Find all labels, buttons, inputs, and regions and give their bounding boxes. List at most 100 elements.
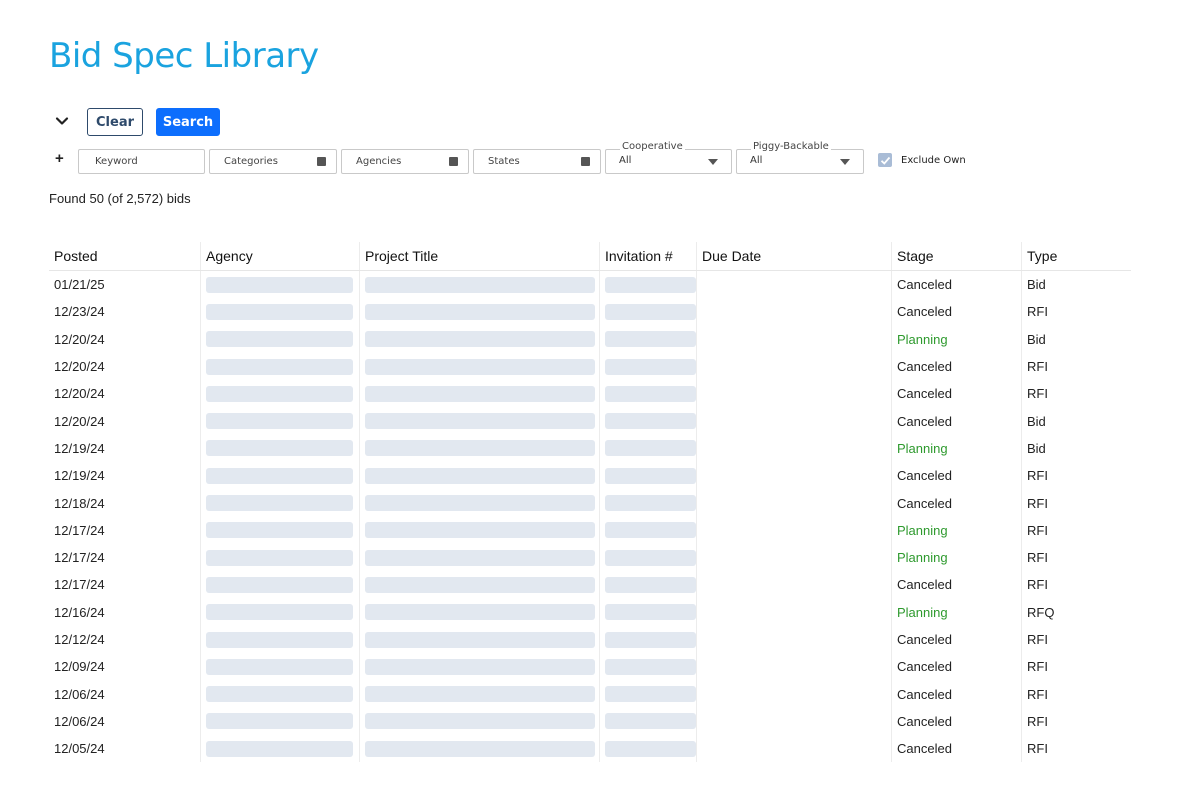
cell-invitation xyxy=(599,543,696,572)
column-header-due-date[interactable]: Due Date xyxy=(696,242,891,270)
cell-invitation xyxy=(599,680,696,708)
cell-stage-text: Canceled xyxy=(897,659,952,675)
redacted-placeholder xyxy=(605,467,696,484)
column-header-agency[interactable]: Agency xyxy=(200,242,359,270)
cell-invitation xyxy=(599,598,696,626)
redacted-placeholder xyxy=(365,467,595,484)
cell-agency xyxy=(200,298,359,326)
cell-posted-text: 12/20/24 xyxy=(54,413,105,429)
table-row[interactable]: 12/19/24 Planning Bid xyxy=(49,434,1131,463)
redacted-placeholder xyxy=(206,358,353,375)
redacted-placeholder xyxy=(365,576,595,593)
cell-agency xyxy=(200,352,359,381)
plus-icon[interactable]: + xyxy=(55,150,64,167)
cell-stage: Canceled xyxy=(891,735,1021,763)
exclude-own-checkbox[interactable] xyxy=(878,153,892,167)
cell-posted: 12/17/24 xyxy=(49,517,200,544)
cell-due-date xyxy=(696,516,891,544)
categories-select[interactable]: Categories xyxy=(209,149,337,174)
cell-stage: Canceled xyxy=(891,707,1021,736)
cell-posted-text: 12/17/24 xyxy=(54,522,105,538)
table-row[interactable]: 12/19/24 Canceled RFI xyxy=(49,462,1131,490)
cell-posted: 12/18/24 xyxy=(49,489,200,516)
cell-posted: 12/06/24 xyxy=(49,680,200,707)
cell-invitation xyxy=(599,271,696,299)
cell-posted: 12/19/24 xyxy=(49,462,200,489)
redacted-placeholder xyxy=(365,549,595,566)
cell-posted-text: 12/18/24 xyxy=(54,495,105,511)
cell-stage: Planning xyxy=(891,543,1021,572)
chevron-down-icon[interactable] xyxy=(55,114,69,128)
cell-stage: Canceled xyxy=(891,407,1021,435)
states-select[interactable]: States xyxy=(473,149,601,174)
search-button[interactable]: Search xyxy=(156,108,220,136)
cell-invitation xyxy=(599,489,696,517)
table-row[interactable]: 01/21/25 Canceled Bid xyxy=(49,271,1131,299)
table-row[interactable]: 12/17/24 Canceled RFI xyxy=(49,571,1131,599)
table-row[interactable]: 12/20/24 Canceled RFI xyxy=(49,380,1131,408)
keyword-input[interactable]: Keyword xyxy=(78,149,205,174)
redacted-placeholder xyxy=(365,658,595,675)
table-row[interactable]: 12/12/24 Canceled RFI xyxy=(49,625,1131,654)
cell-stage: Canceled xyxy=(891,571,1021,599)
table-row[interactable]: 12/06/24 Canceled RFI xyxy=(49,680,1131,708)
cell-type: Bid xyxy=(1021,434,1131,463)
cell-project-title xyxy=(359,598,599,626)
cell-invitation xyxy=(599,735,696,763)
table-row[interactable]: 12/20/24 Canceled Bid xyxy=(49,407,1131,435)
cell-posted-text: 12/20/24 xyxy=(54,386,105,402)
cell-posted: 12/23/24 xyxy=(49,298,200,325)
cell-invitation xyxy=(599,352,696,381)
table-row[interactable]: 12/17/24 Planning RFI xyxy=(49,516,1131,544)
cell-posted: 01/21/25 xyxy=(49,271,200,298)
cell-project-title xyxy=(359,271,599,299)
cell-type: RFI xyxy=(1021,543,1131,572)
cell-agency xyxy=(200,543,359,572)
redacted-placeholder xyxy=(605,686,696,703)
agencies-select[interactable]: Agencies xyxy=(341,149,469,174)
table-row[interactable]: 12/20/24 Planning Bid xyxy=(49,325,1131,353)
table-row[interactable]: 12/18/24 Canceled RFI xyxy=(49,489,1131,517)
cell-project-title xyxy=(359,516,599,544)
table-row[interactable]: 12/09/24 Canceled RFI xyxy=(49,653,1131,681)
keyword-placeholder: Keyword xyxy=(95,156,138,167)
table-row[interactable]: 12/05/24 Canceled RFI xyxy=(49,735,1131,763)
cell-posted-text: 12/20/24 xyxy=(54,331,105,347)
cooperative-select[interactable]: Cooperative All xyxy=(605,141,732,174)
cell-due-date xyxy=(696,571,891,599)
cell-agency xyxy=(200,625,359,654)
table-row[interactable]: 12/20/24 Canceled RFI xyxy=(49,352,1131,381)
cell-agency xyxy=(200,434,359,463)
table-row[interactable]: 12/17/24 Planning RFI xyxy=(49,543,1131,572)
column-header-type[interactable]: Type xyxy=(1021,242,1131,270)
cell-project-title xyxy=(359,434,599,463)
redacted-placeholder xyxy=(206,713,353,730)
cell-project-title xyxy=(359,462,599,490)
column-header-posted[interactable]: Posted xyxy=(49,242,200,270)
cell-due-date xyxy=(696,598,891,626)
cell-project-title xyxy=(359,407,599,435)
cell-type-text: RFI xyxy=(1027,550,1048,566)
table-row[interactable]: 12/23/24 Canceled RFI xyxy=(49,298,1131,326)
column-header-invitation[interactable]: Invitation # xyxy=(599,242,696,270)
cell-due-date xyxy=(696,271,891,299)
cell-stage-text: Canceled xyxy=(897,632,952,647)
table-row[interactable]: 12/06/24 Canceled RFI xyxy=(49,707,1131,736)
agencies-label: Agencies xyxy=(356,156,402,167)
cell-invitation xyxy=(599,298,696,326)
cell-posted-text: 12/06/24 xyxy=(54,713,105,729)
redacted-placeholder xyxy=(206,576,353,593)
redacted-placeholder xyxy=(365,276,595,293)
cell-stage: Canceled xyxy=(891,298,1021,326)
cell-agency xyxy=(200,271,359,299)
column-header-project-title[interactable]: Project Title xyxy=(359,242,599,270)
table-row[interactable]: 12/16/24 Planning RFQ xyxy=(49,598,1131,626)
redacted-placeholder xyxy=(605,576,696,593)
column-header-stage[interactable]: Stage xyxy=(891,242,1021,270)
cell-type-text: RFI xyxy=(1027,577,1048,593)
redacted-placeholder xyxy=(605,631,696,648)
piggyback-select[interactable]: Piggy-Backable All xyxy=(736,141,864,174)
cell-agency xyxy=(200,489,359,517)
clear-button[interactable]: Clear xyxy=(87,108,143,136)
redacted-placeholder xyxy=(206,467,353,484)
